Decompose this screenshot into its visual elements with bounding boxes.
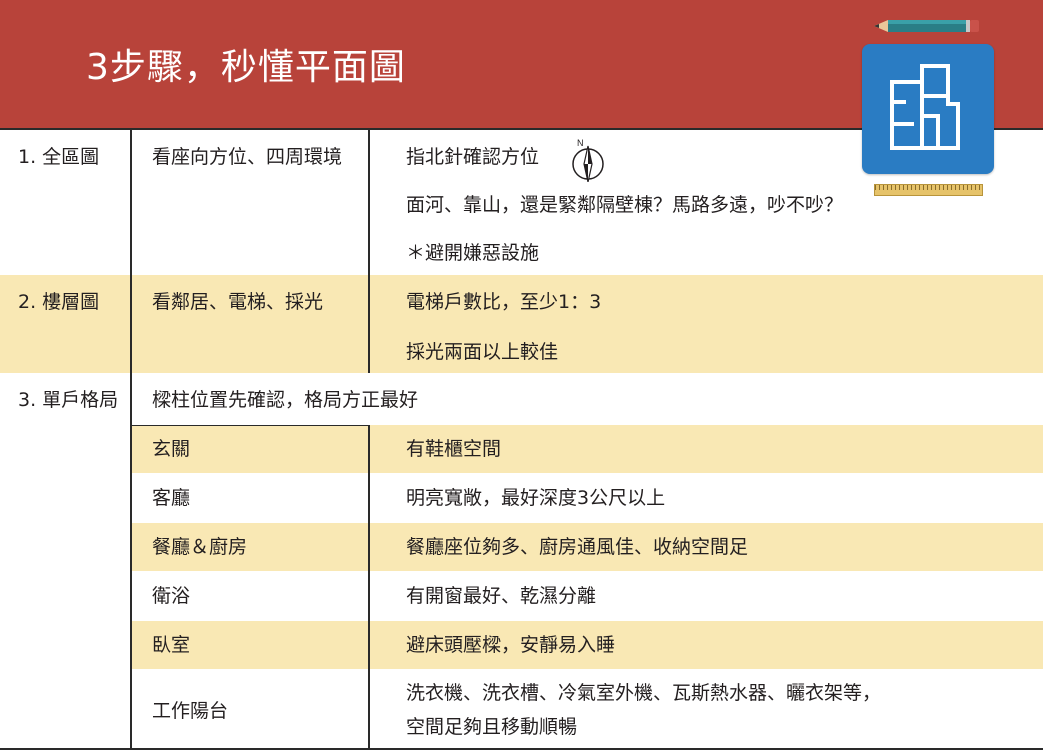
section-label-1: 1. 全區圖 (18, 146, 100, 168)
room-intro: 樑柱位置先確認，格局方正最好 (152, 389, 419, 411)
detail-1-1: 指北針確認方位 (406, 146, 540, 168)
item-label-2: 看鄰居、電梯、採光 (152, 291, 324, 313)
ruler-icon (874, 184, 983, 196)
room-name-utility-balcony: 工作陽台 (152, 700, 229, 722)
room-name-living: 客廳 (152, 487, 191, 509)
room-desc-utility-balcony-line-1: 洗衣機、洗衣槽、冷氣室外機、瓦斯熱水器、曬衣架等， (406, 682, 882, 704)
divider-col-1 (130, 130, 132, 750)
room-desc-living: 明亮寬敞，最好深度3公尺以上 (406, 487, 666, 509)
floor-plan-guide-table: 1. 全區圖 看座向方位、四周環境 指北針確認方位 N 面河、靠山，還是緊鄰隔壁… (0, 130, 1043, 750)
room-desc-bedroom: 避床頭壓樑，安靜易入睡 (406, 634, 616, 656)
room-desc-dining-kitchen: 餐廳座位夠多、廚房通風佳、收納空間足 (406, 536, 749, 558)
room-name-bathroom: 衛浴 (152, 585, 191, 607)
detail-2-2: 採光兩面以上較佳 (406, 341, 559, 363)
pencil-icon (874, 20, 979, 32)
room-desc-bathroom: 有開窗最好、乾濕分離 (406, 585, 597, 607)
section-label-2: 2. 樓層圖 (18, 291, 100, 313)
room-row-band-1 (131, 425, 1043, 473)
room-name-bedroom: 臥室 (152, 634, 191, 656)
item-label-1: 看座向方位、四周環境 (152, 146, 343, 168)
section-label-3: 3. 單戶格局 (18, 389, 119, 411)
detail-2-1: 電梯戶數比，至少1：3 (406, 291, 602, 313)
room-name-dining-kitchen: 餐廳＆廚房 (152, 536, 248, 558)
divider-row-3-intro (130, 425, 370, 426)
detail-1-3: ＊避開嫌惡設施 (406, 242, 540, 264)
room-name-entry: 玄關 (152, 438, 191, 460)
page-title: 3步驟，秒懂平面圖 (86, 47, 406, 88)
compass-north-label: N (577, 138, 584, 148)
room-desc-utility-balcony-line-2: 空間足夠且移動順暢 (406, 716, 578, 738)
compass-icon: N (572, 138, 604, 182)
room-desc-entry: 有鞋櫃空間 (406, 438, 502, 460)
detail-1-2: 面河、靠山，還是緊鄰隔壁棟？馬路多遠，吵不吵？ (406, 194, 844, 216)
divider-col-2a (368, 130, 370, 373)
divider-col-2b (368, 425, 370, 750)
